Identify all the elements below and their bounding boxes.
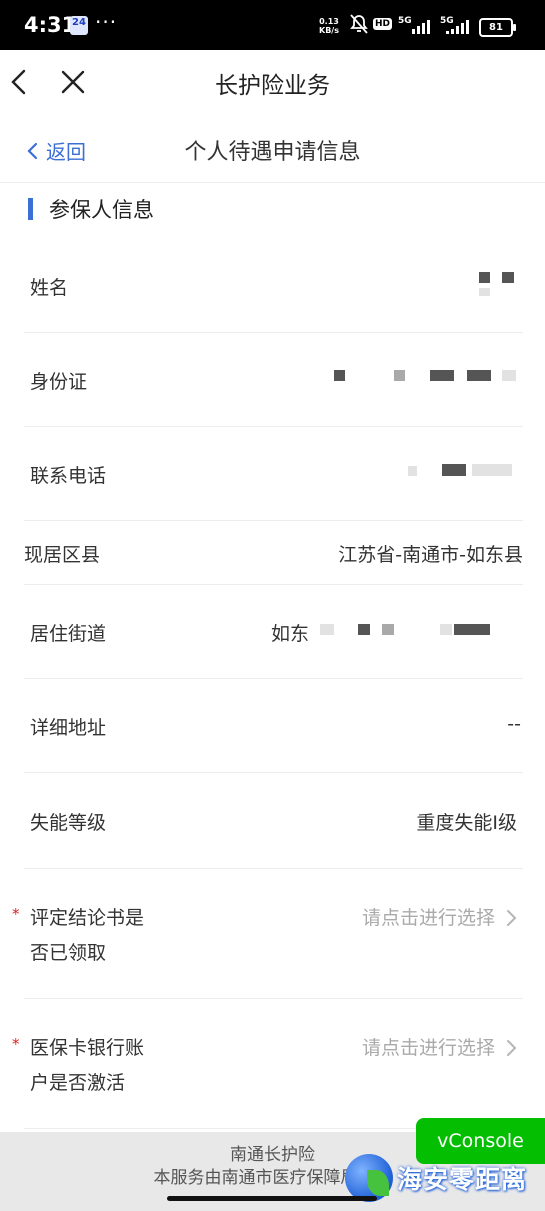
section-accent-bar <box>28 198 33 220</box>
assessment-select-placeholder[interactable]: 请点击进行选择 <box>362 903 495 930</box>
calendar-icon: 24 <box>70 16 88 35</box>
assessment-label-line2: 否已领取 <box>30 942 107 964</box>
phone-label: 联系电话 <box>30 465 107 487</box>
row-name: 姓名 <box>24 238 523 333</box>
sim2-signal-icon <box>446 18 469 34</box>
row-assessment-received[interactable]: * 评定结论书是 否已领取 请点击进行选择 <box>12 868 523 999</box>
more-notifications-icon: ··· <box>95 10 118 34</box>
row-district: 现居区县 江苏省-南通市-如东县 <box>24 520 523 585</box>
district-label: 现居区县 <box>24 544 101 566</box>
network-speed: 0.13 KB/s <box>319 17 339 35</box>
network-speed-unit: KB/s <box>319 26 339 35</box>
district-value: 江苏省-南通市-如东县 <box>338 544 523 566</box>
address-value: -- <box>507 713 521 735</box>
street-label: 居住街道 <box>30 623 107 645</box>
assessment-label-line1: 评定结论书是 <box>30 907 145 929</box>
bank-account-label-line2: 户是否激活 <box>30 1072 126 1094</box>
row-disability-level: 失能等级 重度失能I级 <box>24 772 523 869</box>
app-header: 长护险业务 <box>0 50 545 114</box>
sim1-signal-icon <box>412 18 430 34</box>
address-label: 详细地址 <box>30 717 107 739</box>
id-card-label: 身份证 <box>30 371 88 393</box>
home-indicator[interactable] <box>167 1196 377 1201</box>
section-page-title: 个人待遇申请信息 <box>184 140 361 165</box>
clock: 4:31 <box>24 13 77 37</box>
chevron-right-icon <box>505 908 517 932</box>
battery-icon: 81 <box>479 18 516 37</box>
bank-account-select-placeholder[interactable]: 请点击进行选择 <box>362 1033 495 1060</box>
chevron-right-icon <box>505 1038 517 1062</box>
watermark-text: 海安零距离 <box>397 1165 528 1194</box>
disability-level-value: 重度失能I级 <box>416 812 517 834</box>
street-value: 如东 <box>270 623 309 645</box>
section-title: 参保人信息 <box>49 198 154 222</box>
hd-voice-icon: HD <box>373 18 393 30</box>
bank-account-label-line1: 医保卡银行账 <box>30 1037 145 1059</box>
status-bar: 4:31 24 ··· 0.13 KB/s HD 5G 5G 81 <box>0 0 545 50</box>
page-title: 长护险业务 <box>215 73 330 99</box>
mute-bell-icon <box>349 13 369 40</box>
sub-header: 返回 个人待遇申请信息 <box>0 120 545 183</box>
section-header: 参保人信息 <box>28 194 154 224</box>
row-phone: 联系电话 <box>24 426 523 521</box>
row-id-card: 身份证 <box>24 332 523 427</box>
required-mark: * <box>12 1035 20 1053</box>
disability-level-label: 失能等级 <box>30 812 107 834</box>
name-label: 姓名 <box>30 277 69 299</box>
row-street: 居住街道 如东 <box>24 584 523 679</box>
required-mark: * <box>12 905 20 923</box>
row-address: 详细地址 -- <box>24 678 523 773</box>
network-speed-value: 0.13 <box>319 17 339 26</box>
row-bank-account-activated[interactable]: * 医保卡银行账 户是否激活 请点击进行选择 <box>12 998 523 1129</box>
sim1-network-type: 5G <box>398 16 412 26</box>
